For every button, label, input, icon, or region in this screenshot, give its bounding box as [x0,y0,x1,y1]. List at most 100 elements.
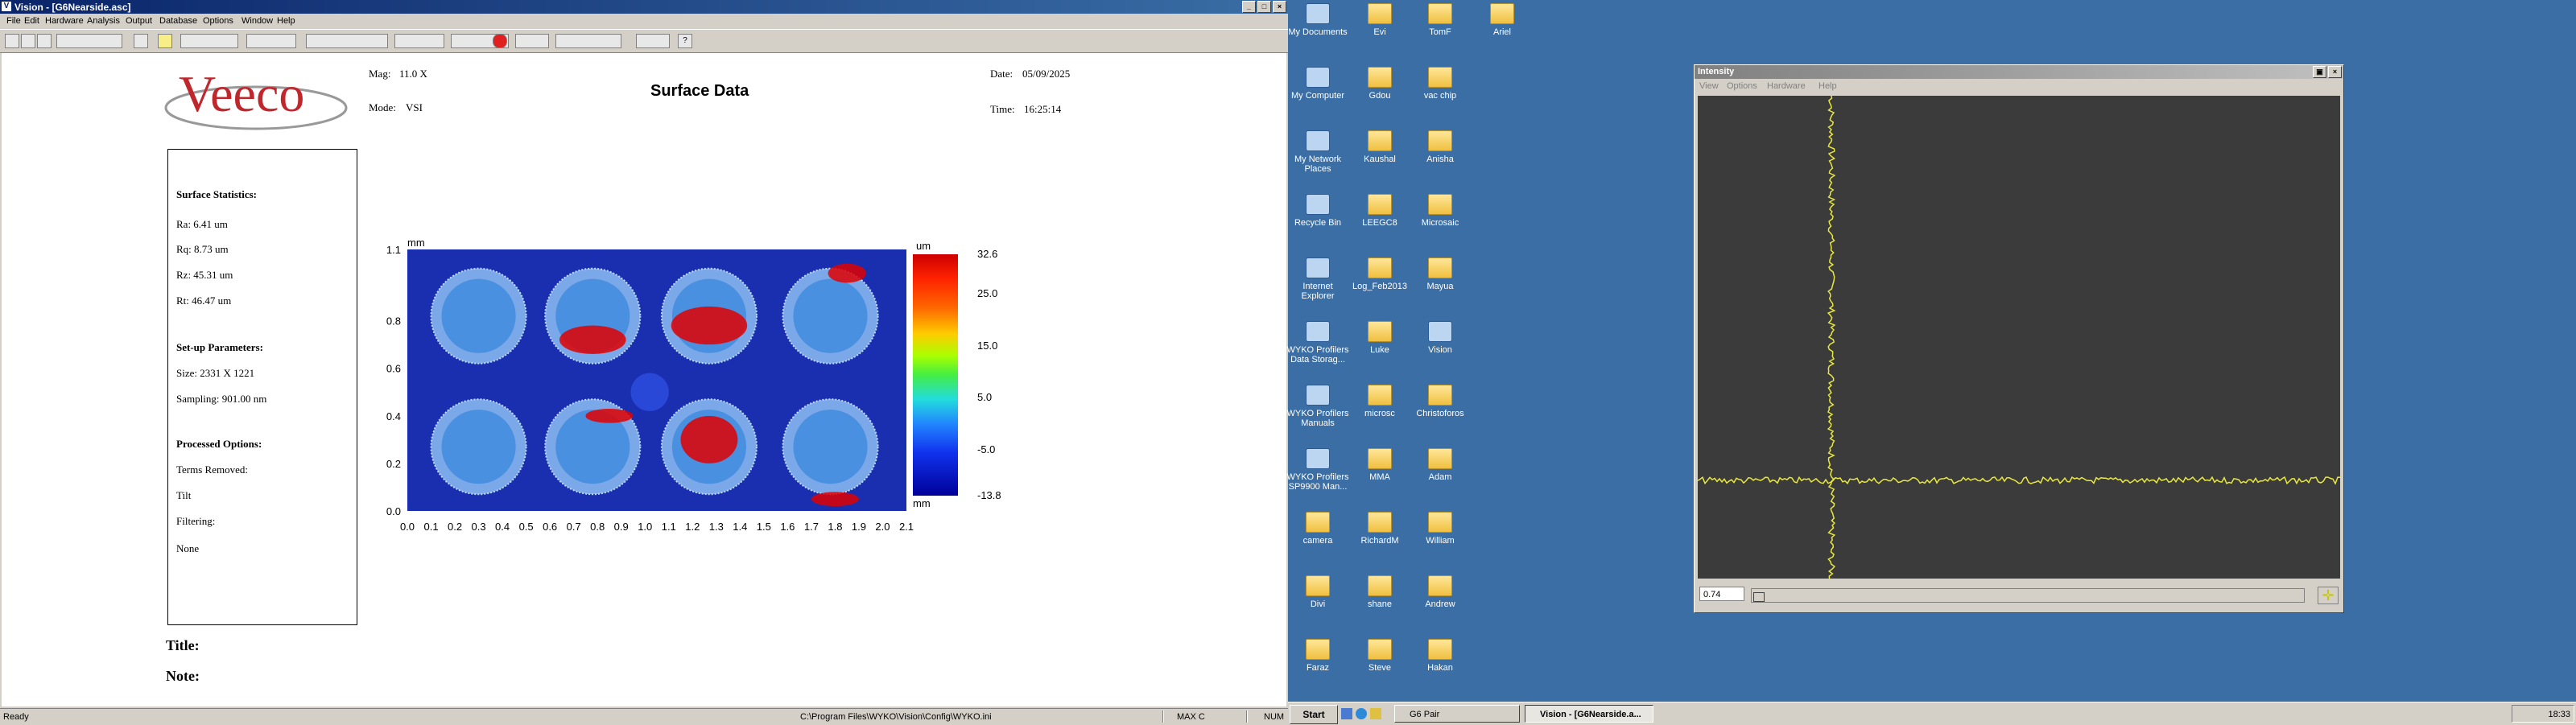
vision-app-icon[interactable]: V [2,2,11,11]
task-vision[interactable]: Vision - [G6Nearside.a... [1525,705,1653,723]
x-tick-label-20: 2.0 [875,521,890,533]
desktop-icon-mma[interactable]: MMA [1348,448,1412,482]
desktop-icon-steve[interactable]: Steve [1348,639,1412,673]
desktop-icon-shane[interactable]: shane [1348,575,1412,609]
intensity-slider[interactable] [1751,588,2305,603]
desktop-icon-andrew[interactable]: Andrew [1408,575,1472,609]
menu-edit[interactable]: Edit [24,16,39,26]
show-desktop-icon[interactable] [1341,708,1352,719]
desktop-icon-vac-chip[interactable]: vac chip [1408,67,1472,101]
save-icon[interactable] [37,34,52,48]
application-icon [1306,321,1330,342]
desktop-icon-gdou[interactable]: Gdou [1348,67,1412,101]
desktop-icon-ariel[interactable]: Ariel [1470,3,1534,37]
y-tick-label-2: 0.4 [386,410,401,422]
desktop-icon-tomf[interactable]: TomF [1408,3,1472,37]
intensity-restore-button[interactable]: ▣ [2313,66,2326,78]
record-icon[interactable] [493,34,507,48]
desktop-icon-anisha[interactable]: Anisha [1408,130,1472,164]
desktop-icon-internet-explorer[interactable]: Internet Explorer [1286,257,1350,301]
intensity-menu-hardware[interactable]: Hardware [1767,81,1806,91]
desktop-icon-label: Christoforos [1416,409,1464,418]
intensity-titlebar[interactable]: Intensity ▣ × [1695,65,2343,79]
menu-output[interactable]: Output [126,16,152,26]
menu-options[interactable]: Options [203,16,233,26]
view-tools-icon[interactable] [306,34,388,48]
menu-analysis[interactable]: Analysis [87,16,120,26]
desktop-icon-richardm[interactable]: RichardM [1348,512,1412,546]
desktop-icon-my-computer[interactable]: My Computer [1286,67,1350,101]
x-tick-label-6: 0.6 [543,521,557,533]
folder-icon [1368,385,1392,406]
desktop-icon-faraz[interactable]: Faraz [1286,639,1350,673]
high-region-5 [811,492,859,507]
desktop-icon-divi[interactable]: Divi [1286,575,1350,609]
close-button[interactable]: × [1273,1,1286,13]
stage-tools-icon[interactable] [515,34,549,48]
desktop-icon-evi[interactable]: Evi [1348,3,1412,37]
desktop-icon-hakan[interactable]: Hakan [1408,639,1472,673]
menu-window[interactable]: Window [242,16,273,26]
desktop-icon-adam[interactable]: Adam [1408,448,1472,482]
menu-database[interactable]: Database [159,16,197,26]
intensity-value-field[interactable]: 0.74 [1699,587,1744,601]
desktop-icon-my-documents[interactable]: My Documents [1286,3,1350,37]
y-tick-label-1: 0.2 [386,458,401,470]
print-tools-icon[interactable] [56,34,122,48]
desktop-icon-vision[interactable]: Vision [1408,321,1472,355]
desktop-icon-christoforos[interactable]: Christoforos [1408,385,1472,418]
note-icon[interactable] [158,34,172,48]
menu-file[interactable]: File [6,16,21,26]
task-g6-pair[interactable]: G6 Pair [1394,705,1520,723]
open-file-icon[interactable] [21,34,35,48]
desktop-icon-mayua[interactable]: Mayua [1408,257,1472,291]
quicklaunch-folder-icon[interactable] [1370,708,1381,719]
status-ready: Ready [3,712,29,722]
x-tick-label-4: 0.4 [495,521,510,533]
help-icon[interactable]: ? [678,34,692,48]
chart-tools-icon[interactable] [394,34,444,48]
desktop-icon-wyko-profilers-sp9900-man-[interactable]: WYKO Profilers SP9900 Man... [1286,448,1350,492]
terms-removed-value: Tilt [176,489,192,501]
slider-thumb[interactable] [1753,592,1765,602]
application-icon [1306,385,1330,406]
intensity-close-button[interactable]: × [2328,66,2342,78]
menu-help[interactable]: Help [277,16,295,26]
folder-icon [1306,575,1330,596]
status-num: NUM [1264,712,1285,722]
new-file-icon[interactable] [5,34,19,48]
desktop-icon-wyko-profilers-data-storag-[interactable]: WYKO Profilers Data Storag... [1286,321,1350,365]
intensity-menu-help[interactable]: Help [1818,81,1837,91]
minimize-button[interactable]: _ [1242,1,1256,13]
maximize-button[interactable]: □ [1257,1,1271,13]
desktop-icon-recycle-bin[interactable]: Recycle Bin [1286,194,1350,228]
desktop-icon-kaushal[interactable]: Kaushal [1348,130,1412,164]
desktop-icon-microsaic[interactable]: Microsaic [1408,194,1472,228]
high-region-1 [559,325,626,354]
x-tick-label-17: 1.7 [804,521,819,533]
desktop-icon-log-feb2013[interactable]: Log_Feb2013 [1348,257,1412,291]
intensity-menu-view[interactable]: View [1699,81,1719,91]
database-tools-icon[interactable] [636,34,670,48]
desktop-icon-leegc8[interactable]: LEEGC8 [1348,194,1412,228]
desktop-icon-luke[interactable]: Luke [1348,321,1412,355]
desktop-icon-william[interactable]: William [1408,512,1472,546]
intensity-menu-options[interactable]: Options [1727,81,1757,91]
desktop-icon-my-network-places[interactable]: My Network Places [1286,130,1350,174]
report-tools-icon[interactable] [555,34,621,48]
menu-hardware[interactable]: Hardware [45,16,84,26]
x-tick-label-8: 0.8 [590,521,605,533]
desktop-icon-label: Andrew [1425,599,1455,609]
desktop-icon-label: Evi [1373,27,1386,37]
document-icon[interactable] [134,34,148,48]
desktop-icon-wyko-profilers-manuals[interactable]: WYKO Profilers Manuals [1286,385,1350,428]
vision-titlebar[interactable]: V Vision - [G6Nearside.asc] _ □ × [0,0,1288,14]
plot-tools-icon[interactable] [246,34,296,48]
internet-explorer-icon[interactable] [1356,708,1367,719]
desktop-icon-label: Hakan [1427,663,1453,673]
analysis-tools-icon[interactable] [180,34,238,48]
crosshair-icon[interactable]: ✛ [2318,587,2339,604]
desktop-icon-microsc[interactable]: microsc [1348,385,1412,418]
start-button[interactable]: Start [1290,705,1338,724]
desktop-icon-camera[interactable]: camera [1286,512,1350,546]
